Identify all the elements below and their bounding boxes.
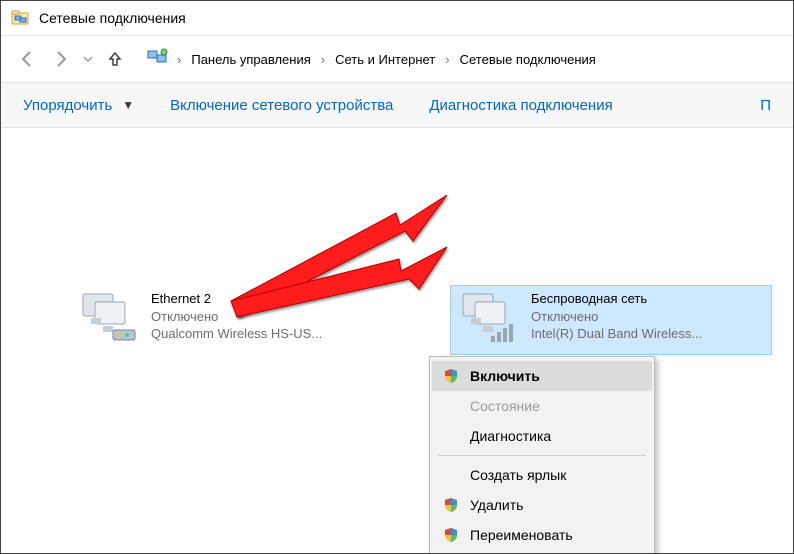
ctx-label: Переименовать	[470, 527, 573, 543]
ctx-label: Состояние	[470, 398, 540, 414]
overflow-command[interactable]: П	[760, 97, 771, 114]
address-bar: › Панель управления › Сеть и Интернет › …	[1, 36, 793, 83]
blank-icon	[442, 397, 460, 415]
forward-button[interactable]	[47, 45, 75, 73]
back-button[interactable]	[13, 45, 41, 73]
ctx-label: Включить	[470, 368, 540, 384]
ctx-create-shortcut[interactable]: Создать ярлык	[432, 460, 652, 490]
adapter-device: Intel(R) Dual Band Wireless...	[531, 325, 702, 343]
adapter-text: Беспроводная сеть Отключено Intel(R) Dua…	[531, 290, 702, 350]
separator	[438, 455, 646, 456]
window: Сетевые подключения › Панель управления …	[0, 0, 794, 554]
chevron-right-icon[interactable]: ›	[177, 52, 181, 67]
chevron-right-icon[interactable]: ›	[445, 52, 449, 67]
ctx-rename[interactable]: Переименовать	[432, 520, 652, 550]
shield-icon	[442, 496, 460, 514]
adapter-name: Беспроводная сеть	[531, 290, 702, 308]
ethernet-adapter-icon	[77, 290, 141, 346]
blank-icon	[442, 427, 460, 445]
ctx-label: Диагностика	[470, 428, 551, 444]
blank-icon	[442, 466, 460, 484]
chevron-right-icon[interactable]: ›	[321, 52, 325, 67]
titlebar: Сетевые подключения	[1, 1, 793, 36]
adapter-text: Ethernet 2 Отключено Qualcomm Wireless H…	[151, 290, 322, 350]
enable-device-command[interactable]: Включение сетевого устройства	[170, 97, 393, 114]
breadcrumb-mid[interactable]: Сеть и Интернет	[333, 50, 437, 69]
wireless-adapter-icon	[457, 290, 521, 346]
menu-label: Упорядочить	[23, 97, 112, 114]
menu-label: П	[760, 97, 771, 114]
command-bar: Упорядочить ▼ Включение сетевого устройс…	[1, 83, 793, 128]
breadcrumb-root[interactable]: Панель управления	[189, 50, 312, 69]
network-folder-icon	[11, 7, 31, 30]
window-title: Сетевые подключения	[39, 10, 186, 26]
up-button[interactable]	[101, 45, 129, 73]
ctx-delete[interactable]: Удалить	[432, 490, 652, 520]
menu-label: Включение сетевого устройства	[170, 97, 393, 114]
menu-label: Диагностика подключения	[429, 97, 612, 114]
control-panel-icon	[147, 47, 169, 72]
adapter-name: Ethernet 2	[151, 290, 322, 308]
ctx-label: Удалить	[470, 497, 523, 513]
recent-dropdown[interactable]	[81, 45, 95, 73]
ctx-label: Создать ярлык	[470, 467, 566, 483]
adapter-device: Qualcomm Wireless HS-US...	[151, 325, 322, 343]
ctx-enable[interactable]: Включить	[432, 361, 652, 391]
ctx-state: Состояние	[432, 391, 652, 421]
adapter-ethernet[interactable]: Ethernet 2 Отключено Qualcomm Wireless H…	[71, 286, 391, 354]
breadcrumb-leaf[interactable]: Сетевые подключения	[458, 50, 598, 69]
chevron-down-icon: ▼	[122, 98, 134, 112]
shield-icon	[442, 526, 460, 544]
adapters-pane: Ethernet 2 Отключено Qualcomm Wireless H…	[1, 128, 793, 164]
organize-menu[interactable]: Упорядочить ▼	[23, 97, 134, 114]
context-menu: Включить Состояние Диагностика Создать я…	[429, 356, 655, 554]
ctx-diagnose[interactable]: Диагностика	[432, 421, 652, 451]
diagnose-command[interactable]: Диагностика подключения	[429, 97, 612, 114]
shield-icon	[442, 367, 460, 385]
adapter-wireless[interactable]: Беспроводная сеть Отключено Intel(R) Dua…	[451, 286, 771, 354]
adapter-status: Отключено	[151, 308, 322, 326]
adapter-status: Отключено	[531, 308, 702, 326]
